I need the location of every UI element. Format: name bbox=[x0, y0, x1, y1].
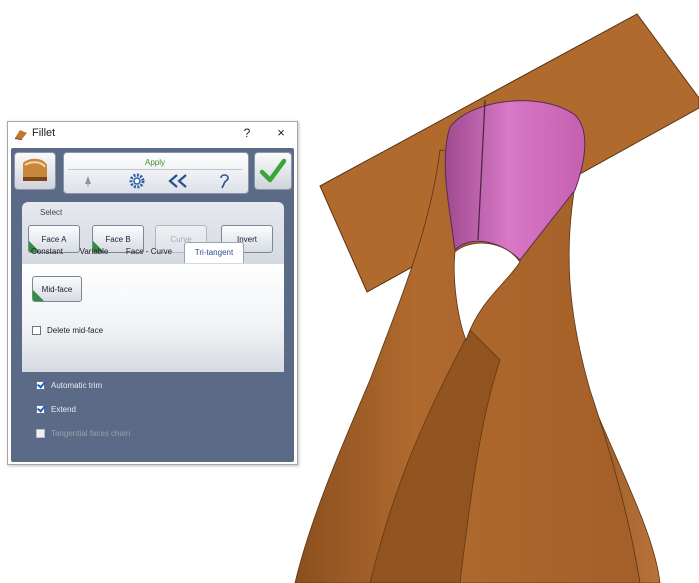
apply-button[interactable]: Apply bbox=[68, 156, 242, 170]
checkbox-label: Automatic trim bbox=[51, 380, 103, 390]
close-button[interactable]: × bbox=[274, 125, 288, 140]
pin-icon[interactable] bbox=[78, 171, 98, 191]
fillet-type-tabs: Constant Variable Face - Curve Tri-tange… bbox=[22, 242, 284, 264]
checkbox-label: Extend bbox=[51, 404, 76, 414]
command-toolbar: Apply bbox=[63, 152, 249, 194]
checkbox-box[interactable] bbox=[36, 428, 45, 438]
tri-tangent-panel: Mid-face Delete mid-face bbox=[22, 264, 284, 372]
tab-constant[interactable]: Constant bbox=[24, 242, 70, 262]
dialog-titlebar[interactable]: Fillet ? × bbox=[8, 122, 297, 147]
fillet-app-icon bbox=[15, 130, 27, 140]
tab-variable[interactable]: Variable bbox=[74, 242, 114, 262]
checkbox-box[interactable] bbox=[36, 380, 45, 390]
checkbox-box[interactable] bbox=[32, 325, 41, 335]
help-button[interactable]: ? bbox=[240, 126, 254, 140]
fillet-dialog: Fillet ? × Apply Select Face A Face B Cu… bbox=[7, 121, 298, 465]
confirm-button[interactable] bbox=[254, 152, 292, 190]
extend-checkbox[interactable]: Extend bbox=[36, 403, 76, 415]
mid-face-button[interactable]: Mid-face bbox=[32, 276, 82, 302]
gear-icon[interactable] bbox=[126, 171, 148, 191]
double-chevron-left-icon[interactable] bbox=[164, 171, 192, 191]
checkbox-box[interactable] bbox=[36, 404, 45, 414]
select-group-label: Select bbox=[40, 208, 63, 217]
dialog-title: Fillet bbox=[32, 127, 56, 139]
tangential-faces-chain-checkbox[interactable]: Tangential faces chain bbox=[36, 427, 130, 439]
dialog-body: Apply Select Face A Face B Curve Invert … bbox=[11, 148, 294, 462]
fillet-command-icon bbox=[14, 152, 56, 190]
question-lasso-icon[interactable] bbox=[214, 171, 234, 191]
checkbox-label: Tangential faces chain bbox=[51, 428, 131, 438]
green-checkmark-icon bbox=[259, 158, 287, 183]
automatic-trim-checkbox[interactable]: Automatic trim bbox=[36, 379, 102, 391]
tab-tri-tangent[interactable]: Tri-tangent bbox=[184, 242, 244, 263]
delete-mid-face-checkbox[interactable]: Delete mid-face bbox=[32, 324, 103, 336]
checkbox-label: Delete mid-face bbox=[47, 325, 104, 335]
tab-face-curve[interactable]: Face - Curve bbox=[119, 242, 179, 262]
